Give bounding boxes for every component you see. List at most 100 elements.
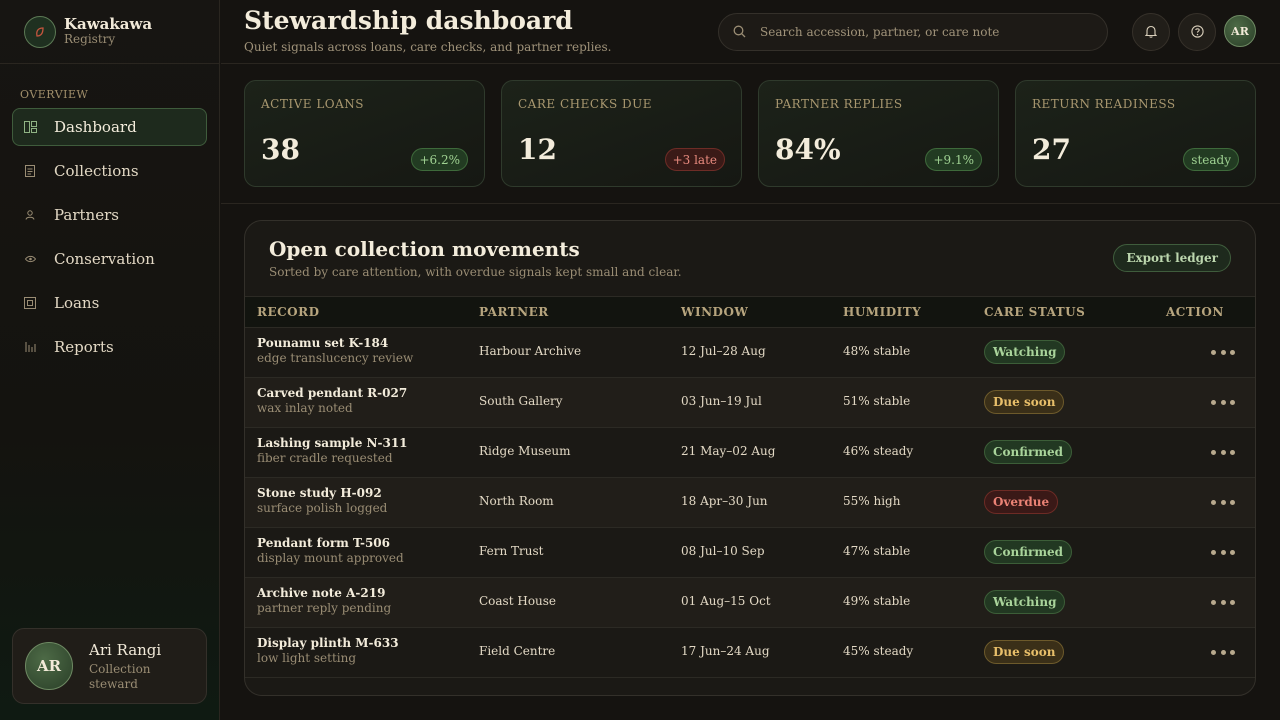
more-icon: [1211, 649, 1216, 655]
search-bar[interactable]: [718, 13, 1108, 51]
more-actions-button[interactable]: [1211, 493, 1235, 511]
brand[interactable]: Kawakawa Registry: [0, 0, 219, 64]
user-name: Ari Rangi: [89, 641, 162, 660]
record-cell: Display plinth M-633 low light setting: [257, 636, 399, 665]
stat-trend-badge: +3 late: [664, 148, 725, 171]
record-title[interactable]: Pendant form T-506: [257, 536, 404, 550]
brand-name: Kawakawa: [64, 14, 153, 33]
more-icon-dot: [1220, 349, 1226, 355]
stat-value: 38: [261, 133, 300, 166]
table-row[interactable]: Pendant form T-506 display mount approved…: [245, 528, 1255, 578]
more-actions-button[interactable]: [1211, 643, 1235, 661]
leaf-logo-icon: [24, 15, 56, 48]
sidebar-item-label: Reports: [54, 338, 114, 356]
record-note: surface polish logged: [257, 501, 388, 515]
record-cell: Stone study H-092 surface polish logged: [257, 486, 387, 515]
sidebar-item-partners[interactable]: Partners: [12, 196, 207, 234]
record-title[interactable]: Pounamu set K-184: [257, 336, 413, 350]
table-row[interactable]: Lashing sample N-311 fiber cradle request…: [245, 428, 1255, 478]
column-header-care-status[interactable]: CARE STATUS: [984, 305, 1085, 319]
table-row[interactable]: Stone study H-092 surface polish logged No…: [245, 478, 1255, 528]
sidebar-item-conservation[interactable]: Conservation: [12, 240, 207, 278]
more-icon-dot: [1220, 399, 1226, 405]
record-cell: Carved pendant R-027 wax inlay noted: [257, 386, 407, 415]
record-note: fiber cradle requested: [257, 451, 393, 465]
stat-card-partner-replies[interactable]: PARTNER REPLIES 84% +9.1%: [758, 80, 999, 187]
stat-label: RETURN READINESS: [1032, 97, 1176, 111]
more-icon: [1211, 449, 1216, 455]
window-cell: 08 Jul–10 Sep: [681, 544, 765, 558]
stat-label: PARTNER REPLIES: [775, 97, 903, 111]
partner-cell: Coast House: [479, 594, 557, 608]
avatar: AR: [25, 642, 73, 690]
column-header-window[interactable]: WINDOW: [681, 305, 748, 319]
sidebar-item-loans[interactable]: Loans: [12, 284, 207, 322]
more-icon-dot: [1230, 499, 1235, 505]
status-badge: Due soon: [984, 390, 1065, 414]
table-row[interactable]: Pounamu set K-184 edge translucency revie…: [245, 328, 1255, 378]
more-actions-button[interactable]: [1211, 543, 1235, 561]
record-note: wax inlay noted: [257, 401, 353, 415]
stat-card-active-loans[interactable]: ACTIVE LOANS 38 +6.2%: [244, 80, 485, 187]
more-icon-dot: [1220, 649, 1226, 655]
more-icon-dot: [1220, 549, 1226, 555]
more-actions-button[interactable]: [1211, 593, 1235, 611]
more-icon: [1211, 499, 1216, 505]
column-header-record[interactable]: RECORD: [257, 305, 320, 319]
stat-label: CARE CHECKS DUE: [518, 97, 653, 111]
more-icon: [1211, 599, 1216, 605]
record-title[interactable]: Display plinth M-633: [257, 636, 399, 650]
stat-value: 12: [518, 133, 557, 166]
sidebar-item-collections[interactable]: Collections: [12, 152, 207, 190]
more-actions-button[interactable]: [1211, 393, 1235, 411]
stat-card-care-checks-due[interactable]: CARE CHECKS DUE 12 +3 late: [501, 80, 742, 187]
record-title[interactable]: Stone study H-092: [257, 486, 387, 500]
more-actions-button[interactable]: [1211, 443, 1235, 461]
sidebar-item-label: Collections: [54, 162, 139, 180]
user-card[interactable]: AR Ari Rangi Collection steward: [12, 628, 207, 704]
column-header-partner[interactable]: PARTNER: [479, 305, 549, 319]
search-input[interactable]: [760, 25, 1080, 39]
humidity-cell: 55% high: [843, 494, 901, 508]
table-row[interactable]: Archive note A-219 partner reply pending C…: [245, 578, 1255, 628]
stat-value: 84%: [775, 133, 841, 166]
table-row[interactable]: Display plinth M-633 low light setting Fie…: [245, 628, 1255, 678]
bell-icon: [1144, 23, 1158, 42]
more-icon-dot: [1230, 549, 1235, 555]
stat-card-return-readiness[interactable]: RETURN READINESS 27 steady: [1015, 80, 1256, 187]
window-cell: 18 Apr–30 Jun: [681, 494, 768, 508]
stat-trend-badge: steady: [1183, 148, 1239, 171]
window-cell: 03 Jun–19 Jul: [681, 394, 762, 408]
more-icon-dot: [1230, 599, 1235, 605]
stat-trend-badge: +9.1%: [925, 148, 982, 171]
sidebar: Kawakawa Registry OVERVIEW Dashboard Col…: [0, 0, 220, 720]
record-title[interactable]: Archive note A-219: [257, 586, 391, 600]
record-title[interactable]: Lashing sample N-311: [257, 436, 408, 450]
humidity-cell: 49% stable: [843, 594, 911, 608]
stat-value: 27: [1032, 133, 1071, 166]
notifications-button[interactable]: [1132, 13, 1170, 51]
dashboard-icon: [23, 120, 37, 134]
sidebar-item-label: Dashboard: [54, 118, 137, 136]
movements-panel: Open collection movements Sorted by care…: [244, 220, 1256, 696]
record-title[interactable]: Carved pendant R-027: [257, 386, 407, 400]
stat-trend-badge: +6.2%: [411, 148, 468, 171]
more-icon-dot: [1220, 599, 1226, 605]
sidebar-item-reports[interactable]: Reports: [12, 328, 207, 366]
column-header-humidity[interactable]: HUMIDITY: [843, 305, 921, 319]
status-badge: Overdue: [984, 490, 1059, 514]
more-icon: [1211, 349, 1216, 355]
sidebar-item-label: Partners: [54, 206, 119, 224]
help-button[interactable]: [1178, 13, 1216, 51]
export-ledger-button[interactable]: Export ledger: [1113, 244, 1231, 272]
sidebar-item-dashboard[interactable]: Dashboard: [12, 108, 207, 146]
avatar[interactable]: AR: [1224, 15, 1256, 47]
humidity-cell: 48% stable: [843, 344, 911, 358]
box-icon: [23, 296, 37, 310]
more-actions-button[interactable]: [1211, 343, 1235, 361]
page-subtitle: Quiet signals across loans, care checks,…: [244, 40, 612, 54]
table-row[interactable]: Carved pendant R-027 wax inlay noted South…: [245, 378, 1255, 428]
record-cell: Lashing sample N-311 fiber cradle request…: [257, 436, 408, 465]
window-cell: 21 May–02 Aug: [681, 444, 776, 458]
more-icon-dot: [1230, 449, 1235, 455]
